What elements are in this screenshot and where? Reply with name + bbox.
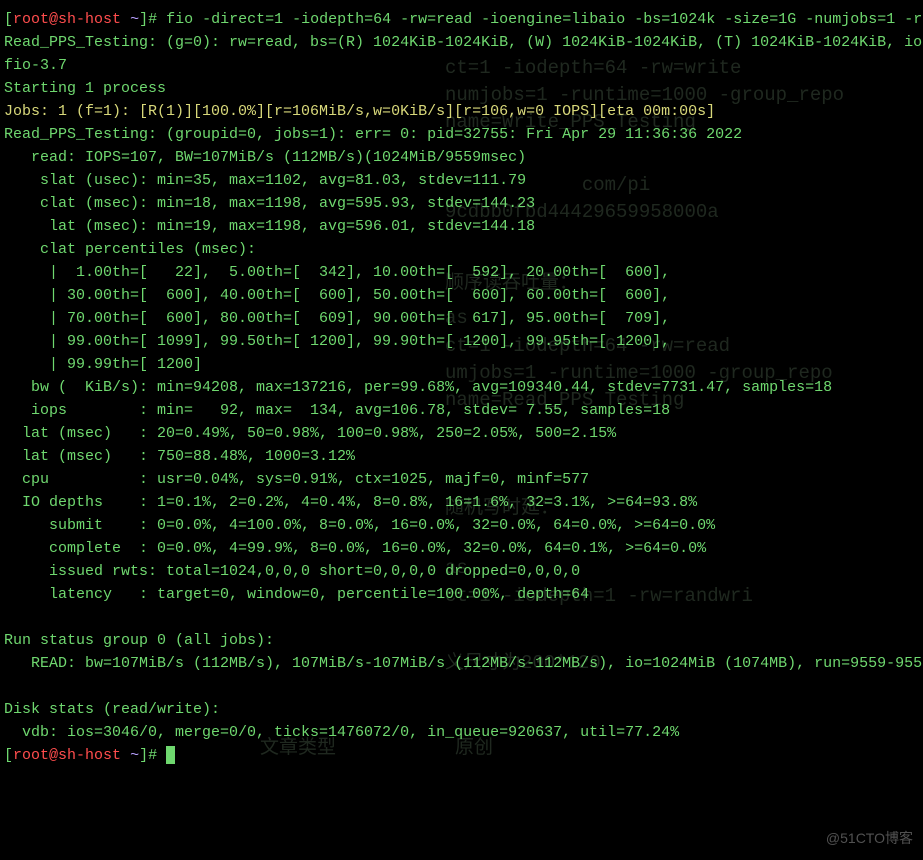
output-line: lat (msec) : 20=0.49%, 50=0.98%, 100=0.9… [4, 425, 616, 442]
output-line: clat (msec): min=18, max=1198, avg=595.9… [4, 195, 535, 212]
output-line: submit : 0=0.0%, 4=100.0%, 8=0.0%, 16=0.… [4, 517, 715, 534]
output-line: complete : 0=0.0%, 4=99.9%, 8=0.0%, 16=0… [4, 540, 706, 557]
output-line: | 30.00th=[ 600], 40.00th=[ 600], 50.00t… [4, 287, 670, 304]
output-line: read: IOPS=107, BW=107MiB/s (112MB/s)(10… [4, 149, 526, 166]
output-line: bw ( KiB/s): min=94208, max=137216, per=… [4, 379, 832, 396]
output-line: clat percentiles (msec): [4, 241, 256, 258]
output-line: lat (msec): min=19, max=1198, avg=596.01… [4, 218, 535, 235]
output-line: latency : target=0, window=0, percentile… [4, 586, 589, 603]
output-line: Starting 1 process [4, 80, 166, 97]
output-line: Run status group 0 (all jobs): [4, 632, 274, 649]
command-text: fio -direct=1 -iodepth=64 -rw=read -ioen… [166, 11, 923, 28]
output-line: Read_PPS_Testing: (g=0): rw=read, bs=(R)… [4, 34, 923, 51]
output-line: | 70.00th=[ 600], 80.00th=[ 609], 90.00t… [4, 310, 670, 327]
output-line: | 99.00th=[ 1099], 99.50th=[ 1200], 99.9… [4, 333, 670, 350]
output-line: issued rwts: total=1024,0,0,0 short=0,0,… [4, 563, 580, 580]
output-line: iops : min= 92, max= 134, avg=106.78, st… [4, 402, 670, 419]
output-line: Disk stats (read/write): [4, 701, 220, 718]
output-line: cpu : usr=0.04%, sys=0.91%, ctx=1025, ma… [4, 471, 589, 488]
prompt: [root@sh-host ~]# [4, 747, 157, 764]
cursor [166, 746, 175, 764]
output-line: READ: bw=107MiB/s (112MB/s), 107MiB/s-10… [4, 655, 923, 672]
watermark: @51CTO博客 [826, 827, 913, 850]
jobs-status-line: Jobs: 1 (f=1): [R(1)][100.0%][r=106MiB/s… [4, 103, 715, 120]
output-line: fio-3.7 [4, 57, 67, 74]
output-line: slat (usec): min=35, max=1102, avg=81.03… [4, 172, 526, 189]
prompt: [root@sh-host ~]# [4, 11, 157, 28]
output-line: lat (msec) : 750=88.48%, 1000=3.12% [4, 448, 355, 465]
terminal-output[interactable]: [root@sh-host ~]# fio -direct=1 -iodepth… [0, 0, 923, 775]
output-line: | 99.99th=[ 1200] [4, 356, 202, 373]
output-line: Read_PPS_Testing: (groupid=0, jobs=1): e… [4, 126, 742, 143]
output-line: vdb: ios=3046/0, merge=0/0, ticks=147607… [4, 724, 679, 741]
output-line: | 1.00th=[ 22], 5.00th=[ 342], 10.00th=[… [4, 264, 670, 281]
output-line: IO depths : 1=0.1%, 2=0.2%, 4=0.4%, 8=0.… [4, 494, 697, 511]
